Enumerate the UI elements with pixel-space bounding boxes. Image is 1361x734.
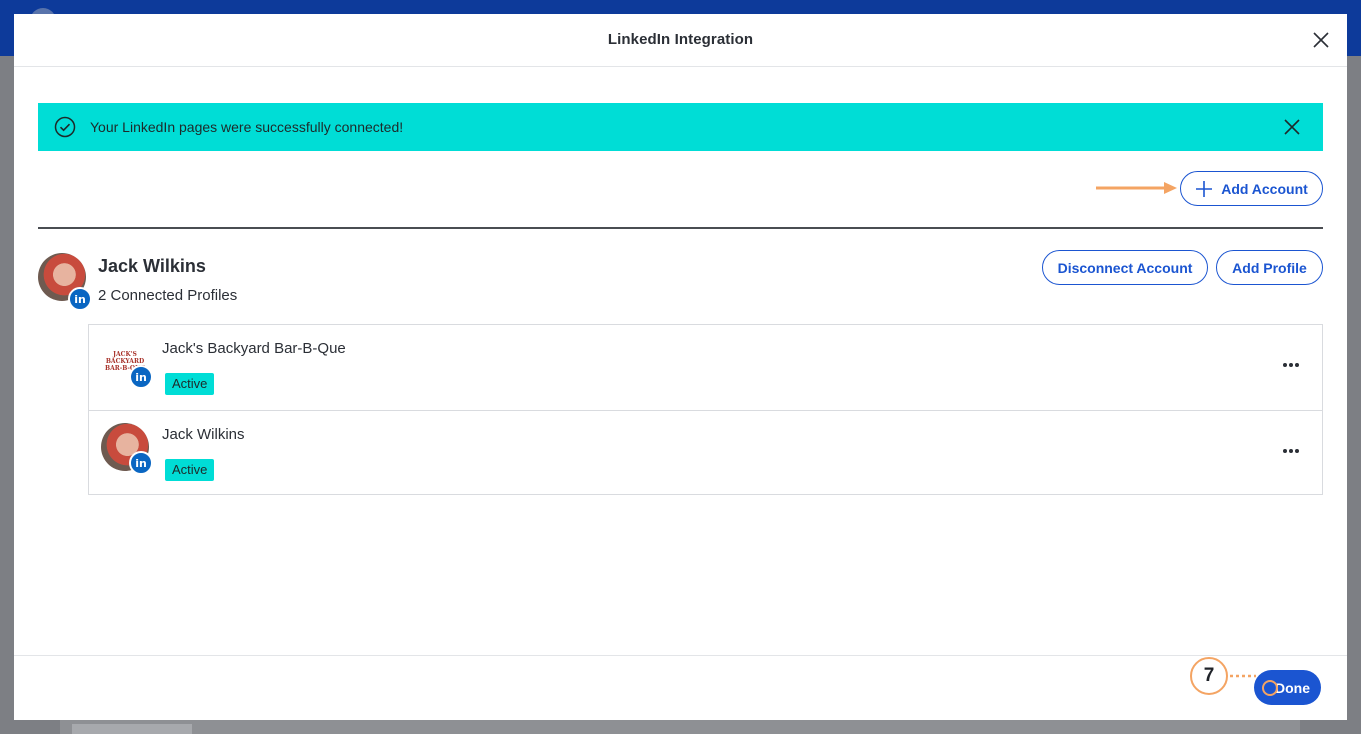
- modal-close-button[interactable]: [1311, 30, 1331, 50]
- profile-avatar: in: [101, 423, 153, 475]
- add-account-label: Add Account: [1221, 180, 1308, 197]
- add-profile-button[interactable]: Add Profile: [1216, 250, 1323, 285]
- more-horizontal-icon: [1283, 363, 1299, 367]
- more-horizontal-icon: [1283, 449, 1299, 453]
- modal-footer: [14, 655, 1347, 720]
- annotation-ring: [1262, 680, 1278, 696]
- list-item: JACK'S BACKYARD BAR-B-QUE in Jack's Back…: [89, 325, 1322, 410]
- background-app-chip: [72, 724, 192, 734]
- linkedin-icon: in: [129, 365, 153, 389]
- linkedin-icon: in: [129, 451, 153, 475]
- annotation-connector: [1230, 674, 1256, 678]
- profile-more-button[interactable]: [1282, 355, 1300, 367]
- list-item: in Jack Wilkins Active: [89, 410, 1322, 495]
- profile-avatar: JACK'S BACKYARD BAR-B-QUE in: [101, 337, 153, 389]
- connected-profiles-count: 2 Connected Profiles: [98, 287, 238, 304]
- alert-message: Your LinkedIn pages were successfully co…: [90, 119, 404, 135]
- modal-title: LinkedIn Integration: [607, 31, 754, 48]
- background-app-content: [60, 720, 1300, 734]
- add-account-button[interactable]: Add Account: [1180, 171, 1323, 206]
- close-icon: [1313, 32, 1329, 48]
- profile-list: JACK'S BACKYARD BAR-B-QUE in Jack's Back…: [88, 324, 1323, 495]
- account-name: Jack Wilkins: [98, 256, 206, 276]
- section-divider: [38, 227, 1323, 229]
- check-circle-icon: [54, 116, 76, 138]
- step-number-marker: 7: [1190, 657, 1228, 695]
- profile-name: Jack Wilkins: [162, 426, 245, 443]
- close-icon: [1284, 119, 1300, 135]
- account-avatar: in: [38, 253, 92, 311]
- plus-icon: [1196, 180, 1213, 197]
- profile-name: Jack's Backyard Bar-B-Que: [162, 340, 346, 357]
- success-alert: Your LinkedIn pages were successfully co…: [38, 103, 1323, 151]
- modal-header: LinkedIn Integration: [14, 14, 1347, 67]
- disconnect-account-button[interactable]: Disconnect Account: [1042, 250, 1208, 285]
- linkedin-integration-modal: LinkedIn Integration Your LinkedIn pages…: [14, 14, 1347, 720]
- status-badge: Active: [165, 459, 215, 481]
- alert-close-button[interactable]: [1283, 118, 1301, 136]
- status-badge: Active: [165, 373, 215, 395]
- annotation-arrow: [1096, 182, 1177, 194]
- profile-more-button[interactable]: [1282, 441, 1300, 453]
- linkedin-icon: in: [68, 287, 92, 311]
